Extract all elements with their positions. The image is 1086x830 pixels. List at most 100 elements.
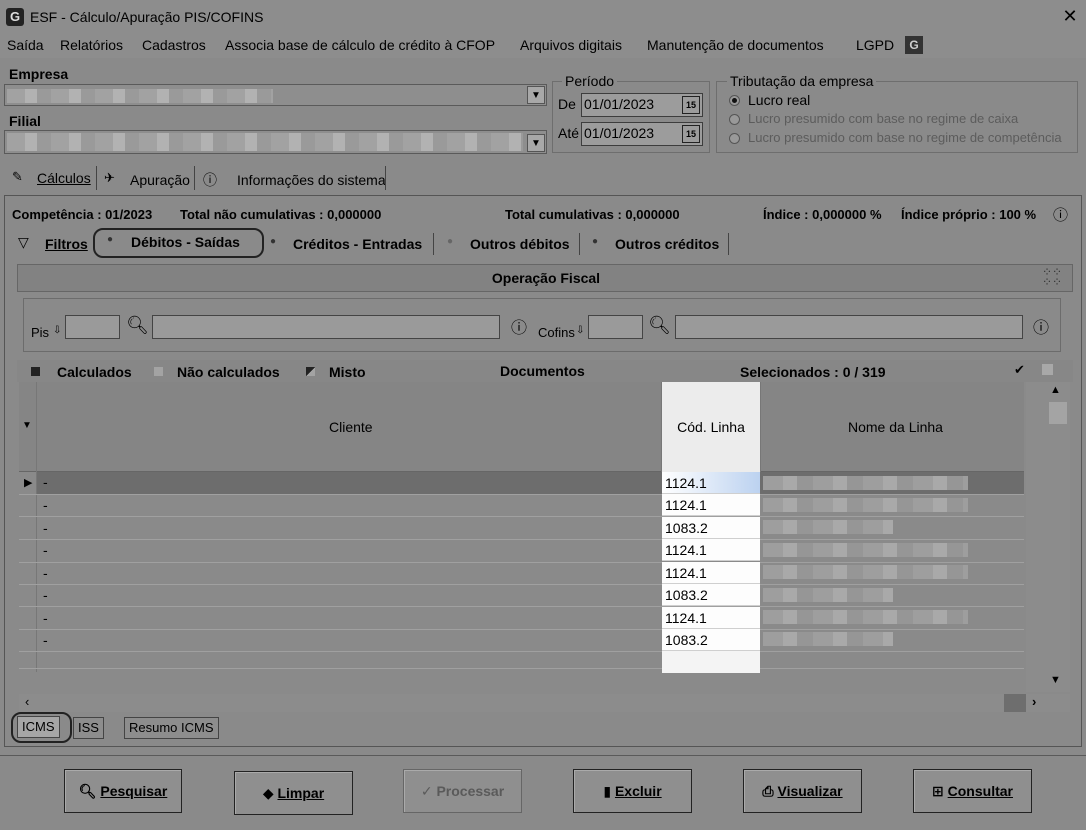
filial-label: Filial — [9, 113, 41, 129]
highlight-ring — [11, 712, 72, 743]
calc-icon: ✎ — [12, 169, 23, 184]
lgpd-icon[interactable]: G — [905, 36, 923, 54]
printer-icon: ⎙ — [762, 783, 774, 799]
chevron-down-icon[interactable]: ▼ — [527, 134, 545, 152]
table-search-icon: ⊞ — [932, 783, 944, 799]
menu-lgpd[interactable]: LGPD — [856, 37, 894, 53]
calendar-icon[interactable]: 15 — [682, 125, 700, 143]
menu-manutencao-documentos[interactable]: Manutenção de documentos — [647, 37, 824, 53]
cofins-code-input[interactable] — [588, 315, 643, 339]
row-pointer-icon: ▶ — [24, 477, 33, 489]
column-cliente[interactable]: Cliente — [329, 419, 373, 435]
select-all-icon[interactable]: ✔ — [1014, 362, 1025, 378]
indice-text: Índice : 0,000000 % — [763, 207, 882, 222]
column-cod-linha: Cód. Linha — [677, 419, 745, 435]
tab-resumo-icms[interactable]: Resumo ICMS — [124, 717, 219, 739]
info-icon[interactable]: ⓘ — [1033, 314, 1049, 338]
excluir-label: Excluir — [614, 783, 662, 799]
empresa-select[interactable]: ▼ — [4, 84, 547, 106]
consultar-button[interactable]: ⊞ Consultar — [913, 769, 1032, 813]
pesquisar-button[interactable]: 🔍︎ Pesquisar — [64, 769, 182, 813]
lucro-real-label: Lucro real — [748, 92, 811, 108]
radio-presumido-caixa[interactable] — [729, 114, 740, 125]
pesquisar-label: Pesquisar — [100, 783, 168, 799]
cell-cod-linha[interactable]: 1124.1 — [662, 562, 760, 584]
chevron-down-icon[interactable]: ▼ — [527, 86, 545, 104]
cell-cod-linha[interactable]: 1083.2 — [662, 517, 760, 539]
calendar-icon[interactable]: 15 — [682, 96, 700, 114]
menu-cadastros[interactable]: Cadastros — [142, 37, 206, 53]
tab-apuracao[interactable]: Apuração — [130, 172, 190, 188]
tab-creditos-entradas[interactable]: Créditos - Entradas — [293, 236, 422, 252]
excluir-button[interactable]: ▮ Excluir — [573, 769, 692, 813]
info-icon[interactable]: ⓘ — [511, 314, 527, 338]
operacao-fiscal-title: Operação Fiscal — [491, 270, 601, 286]
expand-icon[interactable]: ⁘⁘ ⁘⁘ — [1042, 266, 1062, 288]
pis-code-input[interactable] — [65, 315, 120, 339]
sort-icon: ⇩ — [576, 325, 585, 336]
limpar-label: Limpar — [277, 785, 325, 801]
cell-cod-linha[interactable]: 1083.2 — [662, 584, 760, 606]
cell-nome-linha-redacted — [763, 565, 968, 579]
menu-associa-base[interactable]: Associa base de cálculo de crédito à CFO… — [225, 37, 495, 53]
tab-debitos-saidas[interactable]: Débitos - Saídas — [131, 234, 240, 250]
cell-cliente: - — [43, 542, 48, 558]
scroll-thumb[interactable] — [1049, 402, 1067, 424]
cell-cod-linha[interactable]: 1124.1 — [662, 607, 760, 629]
filial-select[interactable]: ▼ — [4, 130, 547, 154]
close-icon[interactable]: ✕ — [1060, 6, 1080, 27]
horizontal-scrollbar[interactable] — [19, 694, 1070, 712]
tab-outros-creditos[interactable]: Outros créditos — [615, 236, 719, 252]
cell-nome-linha-redacted — [763, 632, 893, 646]
status-dot-icon: ● — [270, 236, 277, 247]
cofins-description-input[interactable] — [675, 315, 1023, 339]
limpar-button[interactable]: ◆ Limpar — [234, 771, 353, 815]
tab-filtros[interactable]: Filtros — [45, 236, 88, 252]
tab-iss[interactable]: ISS — [73, 717, 104, 739]
cell-cliente: - — [43, 497, 48, 513]
cell-cliente: - — [43, 520, 48, 536]
visualizar-button[interactable]: ⎙ Visualizar — [743, 769, 862, 813]
cell-cod-linha[interactable]: 1124.1 — [662, 539, 760, 561]
documentos-label: Documentos — [500, 363, 585, 379]
sort-icon: ⇩ — [53, 325, 62, 336]
cell-nome-linha-redacted — [763, 520, 893, 534]
date-ate-value: 01/01/2023 — [584, 125, 655, 141]
tab-calculos[interactable]: Cálculos — [37, 170, 91, 186]
cell-cod-linha[interactable]: 1083.2 — [662, 629, 760, 651]
operacao-fiscal-header: Operação Fiscal ⁘⁘ ⁘⁘ — [17, 264, 1073, 292]
scroll-left-icon[interactable]: ‹ — [25, 694, 29, 709]
search-icon[interactable]: 🔍︎ — [648, 315, 671, 336]
window-title: ESF - Cálculo/Apuração PIS/COFINS — [30, 9, 264, 25]
search-icon[interactable]: 🔍︎ — [126, 315, 149, 336]
status-dot-icon: ● — [447, 236, 454, 247]
info-icon: ⓘ — [203, 172, 217, 188]
vertical-scrollbar[interactable] — [1026, 382, 1070, 692]
column-nome-linha[interactable]: Nome da Linha — [848, 419, 943, 435]
cell-nome-linha-redacted — [763, 610, 968, 624]
info-icon[interactable]: ⓘ — [1053, 204, 1068, 225]
cell-cod-linha[interactable]: 1124.1 — [662, 494, 760, 516]
ate-label: Até — [558, 125, 580, 141]
scroll-down-icon[interactable]: ▼ — [1050, 674, 1061, 686]
processar-button[interactable]: ✓ Processar — [403, 769, 522, 813]
tab-informacoes-sistema[interactable]: Informações do sistema — [237, 172, 386, 188]
status-dot-icon: ● — [592, 236, 599, 247]
radio-lucro-real[interactable] — [729, 95, 740, 106]
competencia-text: Competência : 01/2023 — [12, 207, 153, 222]
deselect-all-checkbox[interactable] — [1042, 364, 1053, 375]
de-label: De — [558, 96, 576, 112]
scroll-up-icon[interactable]: ▲ — [1050, 384, 1061, 396]
menu-relatorios[interactable]: Relatórios — [60, 37, 123, 53]
tab-outros-debitos[interactable]: Outros débitos — [470, 236, 570, 252]
menu-arquivos-digitais[interactable]: Arquivos digitais — [520, 37, 622, 53]
cell-cod-linha[interactable]: 1124.1 — [662, 472, 760, 494]
column-cod-linha-header[interactable]: Cód. Linha — [661, 382, 761, 472]
scroll-right-icon[interactable]: › — [1032, 694, 1036, 709]
scroll-thumb-h[interactable] — [1004, 694, 1026, 712]
menu-saida[interactable]: Saída — [7, 37, 44, 53]
radio-presumido-competencia[interactable] — [729, 133, 740, 144]
pis-description-input[interactable] — [152, 315, 500, 339]
consultar-label: Consultar — [947, 783, 1013, 799]
chevron-down-icon[interactable]: ▼ — [22, 420, 32, 431]
